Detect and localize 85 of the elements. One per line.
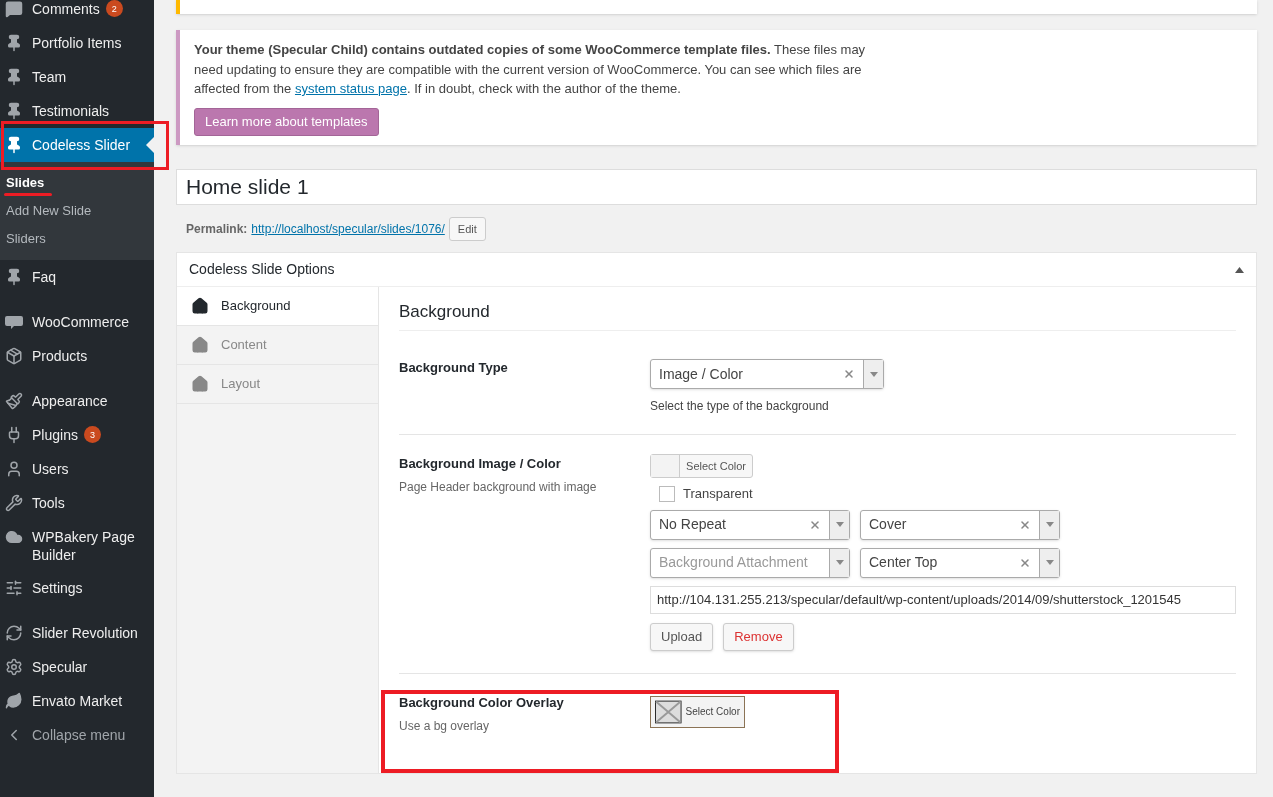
sidebar-item[interactable]: Products (0, 339, 154, 373)
caret-icon (869, 371, 878, 377)
upload-button[interactable]: Upload (650, 622, 714, 651)
field-help: Select the type of the background (650, 398, 830, 415)
caret-icon (835, 522, 844, 527)
submenu-item[interactable]: Sliders (0, 225, 154, 253)
permalink-label: Permalink: (186, 221, 248, 238)
caret-icon (1045, 560, 1054, 565)
paintbrush-icon (5, 392, 23, 410)
dropdown-toggle[interactable] (1039, 548, 1059, 577)
current-pointer-icon (146, 137, 154, 153)
permalink-link[interactable]: http://localhost/specular/slides/1076/ (251, 220, 445, 238)
count-badge: 3 (83, 426, 101, 443)
sidebar-item[interactable]: Team (0, 60, 154, 94)
cloud-icon (5, 528, 23, 546)
color-picker-button[interactable]: Select Color (650, 454, 753, 478)
gear-icon (5, 658, 23, 676)
select-field[interactable]: Center Top (860, 547, 1060, 578)
field-description: Page Header background with image (399, 479, 598, 496)
dropdown-toggle[interactable] (863, 360, 883, 388)
remove-button[interactable]: Remove (723, 622, 794, 651)
sidebar-item[interactable]: WPBakery Page Builder (0, 520, 154, 571)
sidebar-item[interactable]: Collapse menu (0, 718, 154, 752)
collapse-toggle-icon[interactable] (1235, 266, 1244, 273)
sidebar-item[interactable]: Appearance (0, 384, 154, 418)
clear-icon[interactable] (1019, 518, 1031, 531)
pin-icon (5, 102, 23, 120)
pin-icon (5, 68, 23, 86)
select-field[interactable]: No Repeat (650, 509, 850, 540)
field-label: Background Type (399, 359, 509, 377)
title-field[interactable]: Home slide 1 (176, 169, 1257, 205)
sidebar-item[interactable]: Envato Market (0, 684, 154, 718)
home-icon (191, 336, 209, 354)
clear-icon[interactable] (1019, 556, 1031, 569)
clear-icon[interactable] (843, 368, 855, 380)
sidebar-item[interactable]: Slider Revolution (0, 616, 154, 650)
section-title: Background (399, 287, 1236, 331)
sidebar-item[interactable]: Comments 2 (0, 0, 154, 26)
color-picker-button[interactable]: Select Color (650, 695, 745, 728)
field-description: Use a bg overlay (399, 717, 491, 735)
checkbox-label: Transparent (683, 485, 753, 503)
box-icon (5, 347, 23, 365)
select-field[interactable]: Cover (860, 509, 1060, 540)
options-tab[interactable]: Background (177, 287, 378, 326)
select-field[interactable]: Image / Color (650, 359, 884, 389)
pin-icon (5, 268, 23, 286)
submenu-item[interactable]: Slides (0, 169, 154, 197)
submenu-item[interactable]: Add New Slide (0, 197, 154, 225)
comment-icon (5, 0, 23, 18)
sidebar-item[interactable]: Faq (0, 260, 154, 294)
home-icon (191, 375, 209, 393)
sidebar-item[interactable]: WooCommerce (0, 305, 154, 339)
count-badge: 2 (105, 0, 123, 17)
sidebar-item[interactable]: Plugins 3 (0, 418, 154, 452)
sidebar-item[interactable]: Settings (0, 571, 154, 605)
dropdown-toggle[interactable] (1039, 510, 1059, 539)
url-field[interactable]: http://104.131.255.213/specular/default/wp-content/uploads/2014/09/shutterstock_1201545 (650, 585, 1236, 614)
checkbox[interactable] (659, 485, 675, 502)
dropdown-toggle[interactable] (829, 548, 849, 577)
dropdown-toggle[interactable] (829, 510, 849, 539)
pin-icon (5, 34, 23, 52)
home-icon (191, 297, 209, 315)
clear-icon[interactable] (809, 518, 821, 531)
sidebar-item[interactable]: Specular (0, 650, 154, 684)
leaf-icon (5, 692, 23, 710)
wrench-icon (5, 494, 23, 512)
metabox-title: Codeless Slide Options (189, 260, 336, 279)
annotation-underline (4, 193, 52, 196)
field-label: Background Image / Color (399, 455, 562, 473)
sliders-icon (5, 579, 23, 597)
pin-icon (5, 136, 23, 154)
notice-text: Your theme (Specular Child) contains outdated copies of some WooCommerce template files. These files may need updating to ensure they are compatible with the current version of WooCommerce. You can see which files are affected from the system status page. If in doubt, check with the author of the theme. (194, 41, 867, 98)
caret-icon (1045, 522, 1054, 527)
user-icon (5, 460, 23, 478)
no-color-icon (655, 699, 682, 724)
refresh-icon (5, 624, 23, 642)
edit-button[interactable]: Edit (448, 217, 486, 241)
sidebar-item[interactable]: Testimonials (0, 94, 154, 128)
sidebar-item[interactable]: Users (0, 452, 154, 486)
caret-icon (835, 560, 844, 565)
status-link[interactable]: system status page (294, 81, 407, 96)
sidebar-item[interactable]: Codeless Slider (0, 128, 154, 162)
sidebar-item[interactable]: Tools (0, 486, 154, 520)
sidebar-item[interactable]: Portfolio Items (0, 26, 154, 60)
field-label: Background Color Overlay (399, 693, 565, 712)
